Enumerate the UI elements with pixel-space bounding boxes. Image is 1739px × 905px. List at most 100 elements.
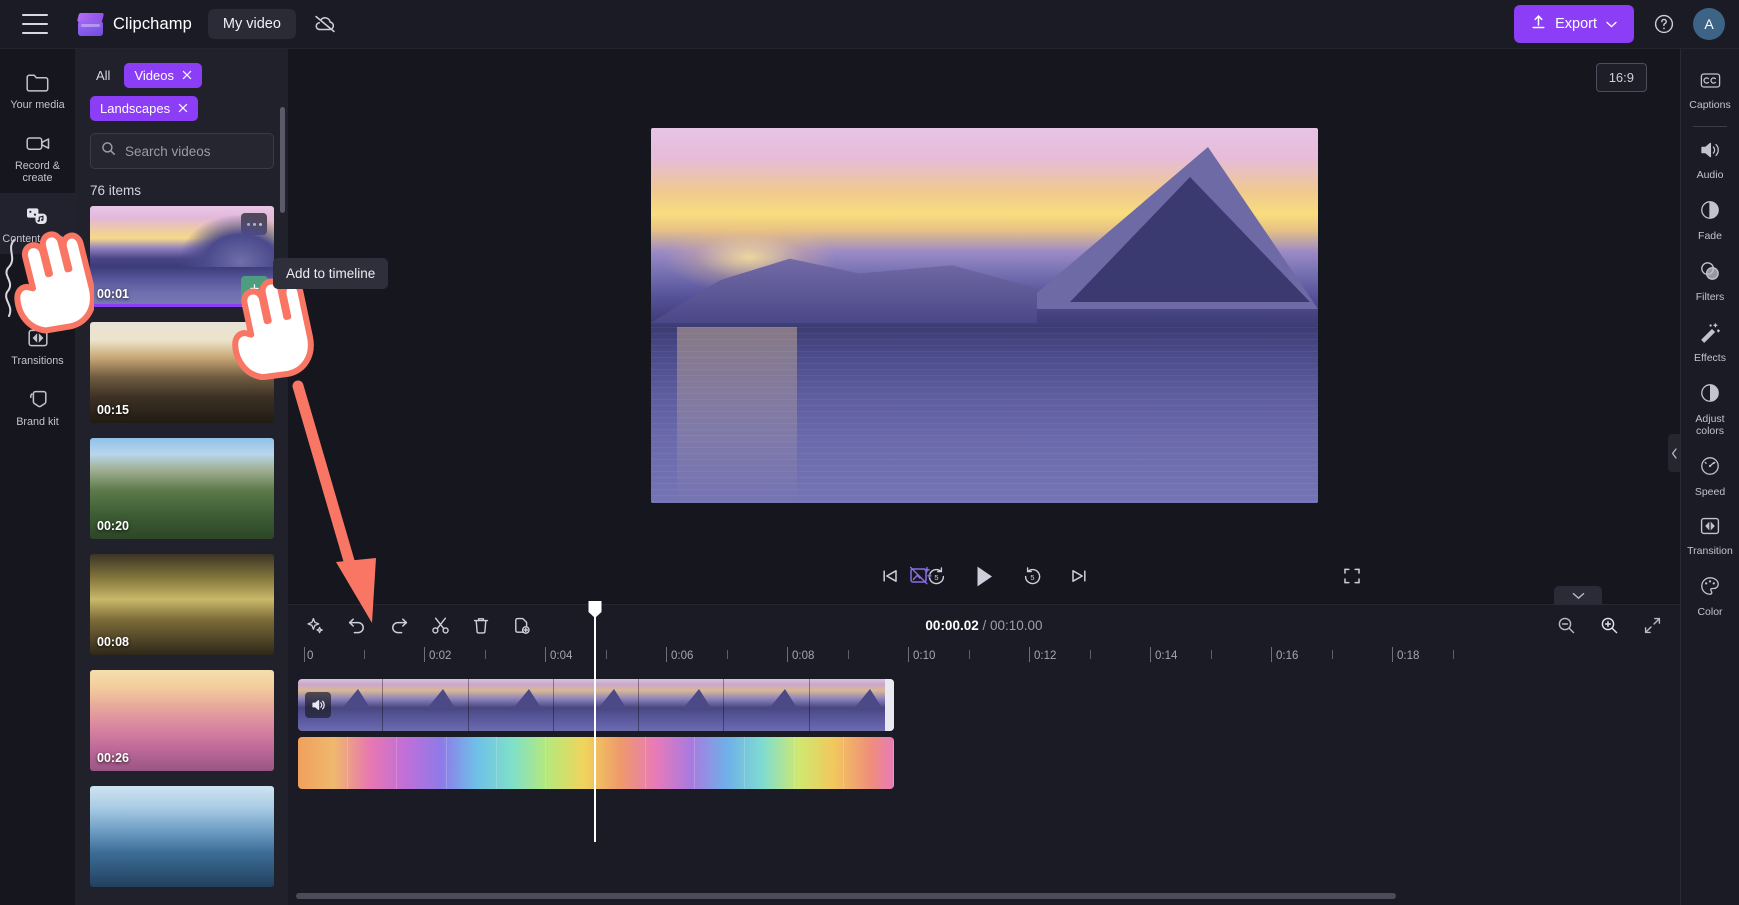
thumbnail-duration: 00:01	[97, 287, 129, 301]
redo-icon[interactable]	[389, 616, 409, 634]
play-icon[interactable]	[973, 564, 996, 589]
export-button[interactable]: Export	[1514, 5, 1634, 43]
svg-text:5: 5	[1030, 573, 1034, 582]
sidebar-item-your-media[interactable]: Your media	[0, 59, 76, 120]
fit-screen-icon[interactable]	[1643, 616, 1662, 635]
thumbnail-item[interactable]: 00:08	[90, 554, 274, 655]
zoom-in-icon[interactable]	[1600, 616, 1619, 635]
sidebar-item-transitions[interactable]: Transitions	[0, 315, 76, 376]
right-item-filters[interactable]: Filters	[1681, 250, 1739, 311]
time-separator: /	[982, 617, 987, 633]
cloud-off-icon[interactable]	[312, 12, 338, 36]
sidebar-label: Brand kit	[16, 416, 59, 428]
ruler-label: 0:02	[429, 650, 452, 662]
thumbnail-item[interactable]: 00:01 +	[90, 206, 274, 307]
help-circle-icon[interactable]	[1647, 7, 1681, 41]
trash-icon[interactable]	[472, 616, 490, 635]
cc-icon	[1699, 71, 1722, 95]
right-item-label: Audio	[1696, 169, 1724, 181]
right-item-speed[interactable]: Speed	[1681, 445, 1739, 506]
sidebar-label: Record & create	[14, 160, 60, 184]
current-time: 00:00.02	[925, 617, 979, 633]
panel-scrollbar[interactable]	[280, 107, 285, 213]
thumbnail-item[interactable]: 00:15	[90, 322, 274, 423]
filter-chip-landscapes[interactable]: Landscapes	[90, 96, 199, 121]
sidebar-item-text[interactable]: Text	[0, 254, 76, 315]
clipchamp-logo-icon	[76, 12, 105, 36]
audio-icon	[1699, 140, 1722, 165]
right-item-label: Captions	[1689, 99, 1731, 111]
ruler-label: 0:06	[671, 650, 694, 662]
aspect-ratio-button[interactable]: 16:9	[1595, 63, 1647, 92]
left-sidebar: Your media Record & create Content libra…	[0, 49, 76, 905]
speaker-icon[interactable]	[305, 692, 331, 718]
ruler-label: 0:04	[550, 650, 573, 662]
brand: Clipchamp	[76, 12, 192, 36]
sidebar-item-brand-kit[interactable]: Brand kit	[0, 376, 76, 437]
ruler-label: 0:16	[1276, 650, 1299, 662]
thumbnail-item[interactable]: 00:20	[90, 438, 274, 539]
duplicate-icon[interactable]	[512, 616, 531, 635]
search-icon	[101, 141, 116, 161]
sparkle-icon[interactable]	[306, 616, 325, 635]
chip-label: Landscapes	[100, 101, 171, 116]
video-preview[interactable]	[650, 128, 1318, 503]
right-item-color[interactable]: Color	[1681, 565, 1739, 626]
thumbnail-duration: 00:26	[97, 751, 129, 765]
right-item-fade[interactable]: Fade	[1681, 189, 1739, 250]
zoom-out-icon[interactable]	[1557, 616, 1576, 635]
project-name-button[interactable]: My video	[207, 9, 296, 39]
ruler-label: 0:08	[792, 650, 815, 662]
filter-chip-videos[interactable]: Videos	[124, 63, 202, 88]
thumbnail-list: 00:01 + 00:15 00:20 00:08 00:26	[76, 206, 288, 905]
total-time: 00:10.00	[990, 617, 1043, 633]
sidebar-item-record-create[interactable]: Record & create	[0, 120, 76, 193]
undo-icon[interactable]	[347, 616, 367, 634]
close-icon[interactable]	[178, 102, 188, 115]
avatar[interactable]: A	[1693, 8, 1725, 40]
thumbnail-item[interactable]	[90, 786, 274, 887]
main-body: Your media Record & create Content libra…	[0, 49, 1739, 905]
close-icon[interactable]	[182, 69, 192, 82]
sidebar-label: Your media	[10, 99, 65, 111]
playhead[interactable]	[587, 599, 603, 842]
right-item-adjust-colors[interactable]: Adjust colors	[1681, 372, 1739, 445]
ruler-label: 0:12	[1034, 650, 1057, 662]
transition-icon	[1699, 516, 1721, 541]
timeline: 00:00.02 / 00:10.00 0 0:02 0:04 0:06 0:0…	[288, 586, 1680, 905]
thumbnail-item[interactable]: 00:26	[90, 670, 274, 771]
filters-icon	[1699, 260, 1721, 287]
chevron-down-icon	[1606, 16, 1617, 32]
skip-back-icon[interactable]	[880, 567, 900, 585]
timeline-toolbar: 00:00.02 / 00:10.00	[288, 586, 1680, 645]
hamburger-icon[interactable]	[22, 14, 48, 34]
thumbnail-progress-knob[interactable]	[242, 299, 255, 307]
right-item-label: Effects	[1694, 352, 1726, 364]
search-input[interactable]	[125, 143, 263, 159]
timeline-ruler[interactable]: 0 0:02 0:04 0:06 0:08 0:10 0:12 0:14 0:1…	[296, 645, 1680, 671]
transitions-icon	[26, 326, 50, 350]
timeline-zoom-controls	[1557, 616, 1662, 635]
skip-forward-icon[interactable]	[1069, 567, 1089, 585]
adjust-colors-icon	[1699, 382, 1721, 409]
right-item-audio[interactable]: Audio	[1681, 130, 1739, 189]
magic-image-off-icon[interactable]	[908, 564, 933, 588]
right-item-transition[interactable]: Transition	[1681, 506, 1739, 565]
scissors-icon[interactable]	[431, 616, 450, 635]
camera-icon	[25, 131, 51, 155]
timeline-collapse-button[interactable]	[1554, 586, 1602, 605]
right-panel-collapse-button[interactable]	[1668, 434, 1680, 472]
timeline-horizontal-scrollbar[interactable]	[296, 893, 1396, 899]
fullscreen-icon[interactable]	[1342, 566, 1362, 586]
filter-all-button[interactable]: All	[90, 64, 116, 87]
speed-icon	[1699, 455, 1721, 482]
forward-5s-icon[interactable]: 5	[1022, 566, 1043, 587]
right-item-effects[interactable]: Effects	[1681, 311, 1739, 372]
add-to-timeline-button[interactable]: +	[241, 276, 268, 301]
more-options-icon[interactable]	[241, 213, 267, 235]
search-box[interactable]	[90, 133, 274, 169]
preview-stage	[288, 49, 1680, 548]
clipchamp-app: Clipchamp My video Export A Your media R…	[0, 0, 1739, 905]
right-item-captions[interactable]: Captions	[1681, 61, 1739, 119]
sidebar-item-content-library[interactable]: Content library	[0, 193, 76, 254]
